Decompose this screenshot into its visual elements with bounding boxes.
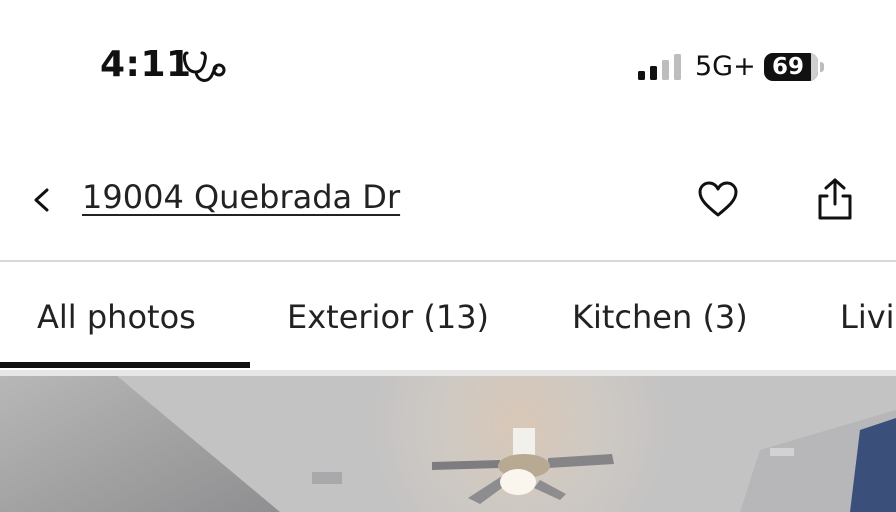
- favorite-button[interactable]: [697, 180, 739, 220]
- share-icon: [818, 178, 852, 220]
- battery-indicator: 69: [764, 53, 818, 81]
- stethoscope-icon: [183, 51, 226, 82]
- status-time: 4:11: [100, 44, 192, 85]
- battery-cap: [820, 62, 824, 72]
- back-button[interactable]: [28, 182, 56, 218]
- tab-kitchen[interactable]: Kitchen (3): [572, 298, 748, 336]
- tab-exterior[interactable]: Exterior (13): [287, 298, 489, 336]
- tab-all-photos[interactable]: All photos: [37, 298, 196, 336]
- listing-header: 19004 Quebrada Dr: [0, 160, 896, 260]
- network-type: 5G+: [695, 51, 756, 82]
- photo-category-tabs: All photos Exterior (13) Kitchen (3) Liv…: [0, 262, 896, 370]
- heart-icon: [698, 181, 738, 217]
- cellular-signal-icon: [638, 54, 681, 80]
- chevron-left-icon: [34, 188, 49, 212]
- status-bar: 4:11 5G+ 69: [0, 0, 896, 130]
- listing-photo[interactable]: [0, 370, 896, 512]
- share-button[interactable]: [814, 176, 856, 222]
- active-tab-indicator: [0, 362, 250, 368]
- battery-level: 69: [772, 54, 805, 80]
- tab-living[interactable]: Livi: [840, 298, 895, 336]
- listing-address-link[interactable]: 19004 Quebrada Dr: [82, 178, 400, 216]
